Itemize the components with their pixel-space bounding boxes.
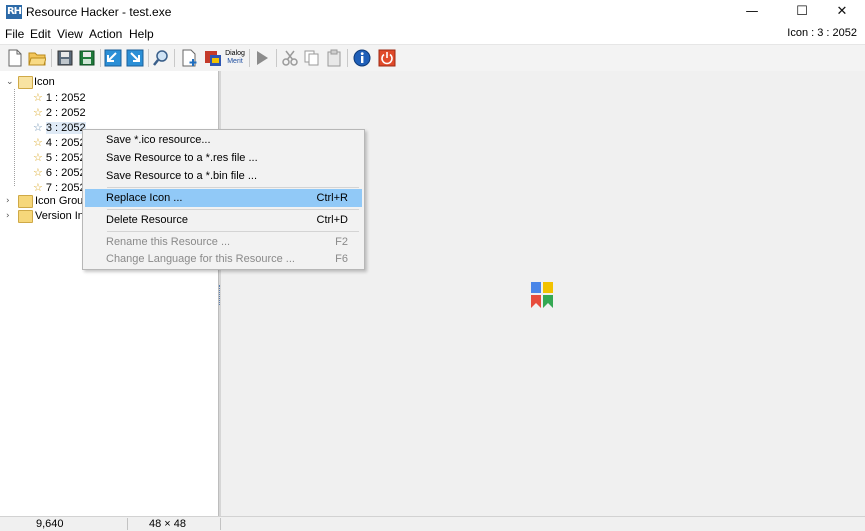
tree-leaf-label: 6 : 2052 [45, 167, 86, 179]
dialog-menu-icon[interactable]: Dialog Merit [224, 48, 246, 68]
resource-hacker-logo-icon: RH [6, 5, 22, 19]
star-icon: ☆ [33, 121, 43, 134]
menu-item-delete-resource[interactable]: Delete Resource Ctrl+D [85, 211, 362, 229]
status-divider [127, 518, 128, 530]
menu-separator [107, 187, 359, 188]
folder-icon [18, 195, 36, 211]
close-button[interactable]: ✕ [819, 0, 865, 24]
preview-red-flag [531, 295, 541, 308]
tree-guide-line [14, 89, 15, 186]
star-icon: ☆ [33, 136, 43, 149]
menu-item-rename-resource[interactable]: Rename this Resource ... F2 [85, 233, 362, 251]
tree-leaf-label: 7 : 2052 [45, 182, 86, 194]
folder-icon [18, 210, 36, 226]
menu-separator [107, 231, 359, 232]
menu-bar: File Edit View Action Help [0, 24, 865, 44]
toolbar-separator [174, 49, 175, 67]
status-dimensions: 48 × 48 [149, 518, 187, 530]
paste-icon[interactable] [324, 48, 344, 68]
toolbar-separator [276, 49, 277, 67]
menu-item-label: Save Resource to a *.res file ... [106, 152, 258, 164]
menu-item-label: Save Resource to a *.bin file ... [106, 170, 258, 182]
menu-item-label: Rename this Resource ... [106, 236, 231, 248]
menu-item-shortcut: F6 [335, 253, 348, 265]
preview-blue-square [531, 282, 541, 293]
window-title: Resource Hacker - test.exe [26, 5, 172, 19]
title-bar: RH Resource Hacker - test.exe — ☐ ✕ [0, 0, 865, 24]
tree-leaf[interactable]: ☆ 2 : 2052 [33, 105, 86, 120]
save-as-icon[interactable] [77, 48, 97, 68]
star-icon: ☆ [33, 106, 43, 119]
menu-action[interactable]: Action [89, 27, 122, 41]
toolbar-separator [148, 49, 149, 67]
info-icon[interactable] [352, 48, 372, 68]
toolbar-separator [249, 49, 250, 67]
menu-file[interactable]: File [5, 27, 24, 41]
add-resource-icon[interactable] [180, 48, 200, 68]
toolbar-separator [100, 49, 101, 67]
menu-item-label: Change Language for this Resource ... [106, 253, 295, 265]
star-icon: ☆ [33, 91, 43, 104]
menu-view[interactable]: View [57, 27, 83, 41]
tree-leaf-label: 4 : 2052 [45, 137, 86, 149]
star-icon: ☆ [33, 151, 43, 164]
tree-leaf[interactable]: ☆ 6 : 2052 [33, 165, 86, 180]
toolbar: Dialog Merit [0, 44, 865, 72]
tree-leaf[interactable]: ☆ 4 : 2052 [33, 135, 86, 150]
collapse-chevron-icon[interactable]: ⌄ [6, 75, 14, 90]
menu-item-shortcut: F2 [335, 236, 348, 248]
tree-leaf-selected[interactable]: ☆ 3 : 2052 [33, 120, 86, 135]
menu-item-label: Replace Icon ... [106, 192, 183, 204]
dialog-icon[interactable] [203, 48, 223, 68]
menu-item-save-bin[interactable]: Save Resource to a *.bin file ... [85, 167, 362, 185]
tree-leaf[interactable]: ☆ 1 : 2052 [33, 90, 86, 105]
resource-path-readout: Icon : 3 : 2052 [787, 27, 857, 39]
menu-item-save-ico[interactable]: Save *.ico resource... [85, 131, 362, 149]
icon-preview-image [531, 282, 553, 308]
menu-item-change-language[interactable]: Change Language for this Resource ... F6 [85, 250, 362, 268]
status-bar: 9,640 48 × 48 [0, 516, 865, 531]
menu-item-label: Delete Resource [106, 214, 188, 226]
menu-item-shortcut: Ctrl+R [316, 192, 348, 204]
tree-leaf-label: 2 : 2052 [45, 107, 86, 119]
tree-leaf[interactable]: ☆ 7 : 2052 [33, 180, 86, 195]
expand-chevron-icon[interactable]: › [6, 209, 10, 224]
menu-item-replace-icon[interactable]: Replace Icon ... Ctrl+R [85, 189, 362, 207]
save-icon[interactable] [55, 48, 75, 68]
forward-icon[interactable] [125, 48, 145, 68]
new-file-icon[interactable] [5, 48, 25, 68]
menu-edit[interactable]: Edit [30, 27, 51, 41]
toolbar-separator [51, 49, 52, 67]
preview-green-flag [543, 295, 553, 308]
tree-leaf-label: 5 : 2052 [45, 152, 86, 164]
cut-icon[interactable] [280, 48, 300, 68]
back-icon[interactable] [103, 48, 123, 68]
star-icon: ☆ [33, 166, 43, 179]
toolbar-separator [347, 49, 348, 67]
context-menu: Save *.ico resource... Save Resource to … [82, 129, 365, 270]
tree-leaf[interactable]: ☆ 5 : 2052 [33, 150, 86, 165]
exit-icon[interactable] [377, 48, 397, 68]
tree-node-label: Icon [34, 76, 55, 88]
tree-leaf-label: 3 : 2052 [45, 122, 86, 134]
find-icon[interactable] [151, 48, 171, 68]
status-divider [220, 518, 221, 530]
expand-chevron-icon[interactable]: › [6, 194, 10, 209]
menu-help[interactable]: Help [129, 27, 154, 41]
run-script-icon[interactable] [252, 48, 272, 68]
menu-item-label: Save *.ico resource... [106, 134, 211, 146]
star-icon: ☆ [33, 181, 43, 194]
tree-leaf-label: 1 : 2052 [45, 92, 86, 104]
open-folder-icon[interactable] [27, 48, 47, 68]
status-size: 9,640 [36, 518, 64, 530]
copy-icon[interactable] [302, 48, 322, 68]
dialog-label: Dialog [225, 50, 245, 57]
preview-yellow-square [543, 282, 553, 293]
menu-separator [107, 209, 359, 210]
minimize-button[interactable]: — [729, 0, 775, 24]
menu-item-save-res[interactable]: Save Resource to a *.res file ... [85, 149, 362, 167]
menu-item-shortcut: Ctrl+D [316, 214, 348, 226]
dialog-merit-label: Merit [227, 58, 243, 65]
